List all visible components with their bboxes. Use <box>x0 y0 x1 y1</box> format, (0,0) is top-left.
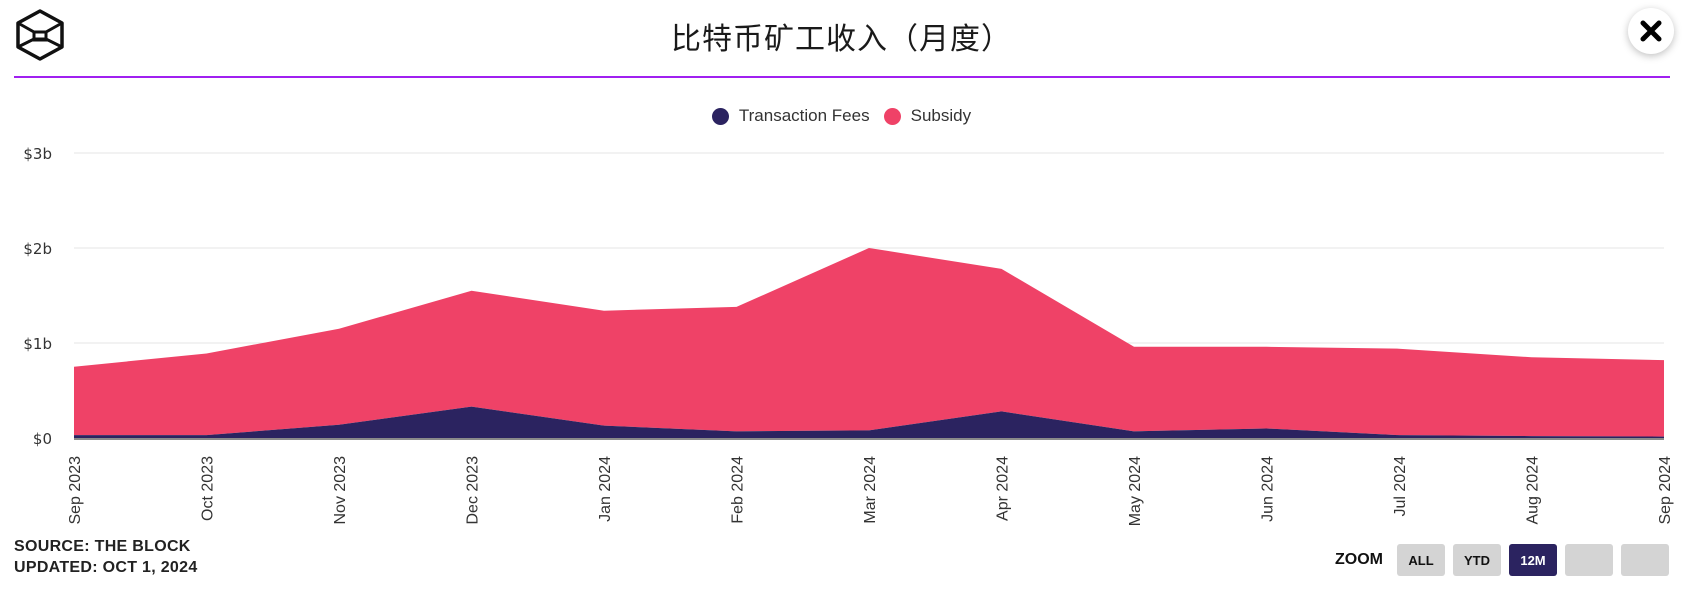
zoom-controls: ZOOM ALL YTD 12M <box>1335 544 1669 576</box>
page-title: 比特币矿工收入（月度） <box>671 22 1012 57</box>
x-tick-label: Jan 2024 <box>597 456 614 522</box>
zoom-12m-button[interactable]: 12M <box>1509 544 1557 576</box>
source-text: SOURCE: THE BLOCK <box>14 538 191 555</box>
header-divider <box>14 76 1670 78</box>
x-tick-label: Aug 2024 <box>1525 456 1542 525</box>
x-tick-label: Jul 2024 <box>1392 456 1409 517</box>
close-button[interactable] <box>1628 8 1674 54</box>
y-tick-label: $1b <box>23 335 52 353</box>
zoom-label: ZOOM <box>1335 551 1383 568</box>
zoom-all-button[interactable]: ALL <box>1397 544 1445 576</box>
zoom-extra-button-2[interactable] <box>1621 544 1669 576</box>
y-tick-label: $2b <box>23 240 52 258</box>
x-tick-label: Feb 2024 <box>730 456 747 524</box>
close-icon <box>1640 20 1662 42</box>
legend-item-subsidy[interactable]: Subsidy <box>883 106 972 126</box>
x-tick-label: Mar 2024 <box>862 456 879 524</box>
zoom-extra-button-1[interactable] <box>1565 544 1613 576</box>
x-tick-label: Sep 2023 <box>67 456 84 525</box>
updated-text: UPDATED: OCT 1, 2024 <box>14 559 198 576</box>
legend-item-transaction-fees[interactable]: Transaction Fees <box>711 106 870 126</box>
y-tick-label: $0 <box>33 430 52 448</box>
y-tick-label: $3b <box>23 145 52 163</box>
legend-label: Transaction Fees <box>738 106 870 125</box>
miner-revenue-chart: $0 $1b $2b $3b Sep 2023 Oct 2023 Nov 2023 Dec 2… <box>23 145 1674 526</box>
x-tick-label: Nov 2023 <box>332 456 349 525</box>
x-tick-label: Oct 2023 <box>200 456 217 521</box>
x-tick-label: May 2024 <box>1127 456 1144 526</box>
x-tick-label: Apr 2024 <box>995 456 1012 521</box>
source-info: SOURCE: THE BLOCK UPDATED: OCT 1, 2024 <box>14 536 198 578</box>
chart-header: 比特币矿工收入（月度） <box>0 0 1683 78</box>
series-area-subsidy <box>74 248 1664 437</box>
legend-marker-subsidy <box>883 107 901 125</box>
zoom-ytd-button[interactable]: YTD <box>1453 544 1501 576</box>
x-tick-label: Jun 2024 <box>1260 456 1277 522</box>
x-tick-label: Dec 2023 <box>465 456 482 525</box>
legend-marker-transaction-fees <box>711 107 729 125</box>
legend-label: Subsidy <box>910 106 972 125</box>
chart-legend: Transaction Fees Subsidy <box>0 106 1683 126</box>
x-tick-label: Sep 2024 <box>1657 456 1674 525</box>
